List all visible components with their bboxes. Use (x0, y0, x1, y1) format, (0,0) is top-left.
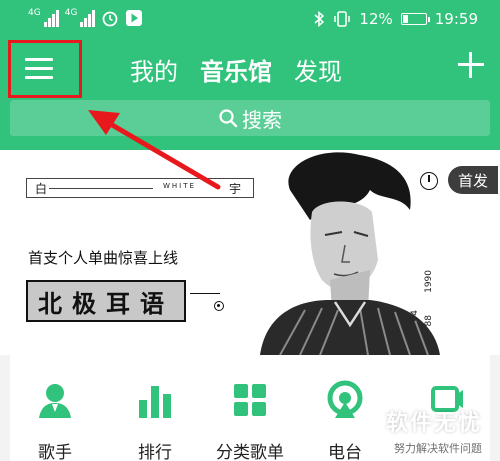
signal-icon: 4G (28, 9, 59, 27)
singer-icon (39, 384, 71, 418)
vibrate-icon (334, 11, 351, 27)
tab-mine[interactable]: 我的 (130, 52, 178, 87)
clock-icon (420, 172, 438, 190)
nav-label: 歌手 (38, 443, 72, 461)
promo-banner[interactable]: 白 WHITE 宇 首支个人单曲惊喜上线 北极耳语 首发 1990 04 88 (0, 150, 500, 355)
grid-icon (234, 384, 266, 416)
nav-category-playlist[interactable]: 分类歌单 (205, 380, 295, 461)
watermark-title: 软件无忧 (385, 411, 482, 436)
banner-title-right: 宇 (228, 182, 241, 196)
watermark-subtitle: 努力解决软件问题 (394, 442, 482, 455)
alarm-icon (103, 11, 118, 27)
annotation-arrow (88, 110, 221, 190)
network-type: 4G (28, 8, 41, 18)
battery-icon (400, 13, 430, 25)
signal-icon: 4G (65, 9, 96, 27)
tab-music-hall[interactable]: 音乐馆 (200, 52, 272, 87)
banner-meta: 88 (424, 315, 434, 327)
hamburger-icon (25, 58, 53, 61)
record-icon (214, 301, 224, 311)
banner-title-left: 白 (35, 182, 48, 196)
battery-percent: 12% (359, 10, 393, 28)
chart-icon (139, 386, 171, 418)
nav-label: 电台 (328, 443, 362, 461)
clock: 19:59 (434, 10, 478, 28)
banner-subtitle: 首支个人单曲惊喜上线 (28, 249, 179, 267)
search-label: 搜索 (242, 107, 282, 132)
menu-button[interactable] (8, 40, 82, 98)
app-header: 我的 音乐馆 发现 搜索 (0, 40, 500, 150)
network-type: 4G (64, 8, 78, 18)
status-bar: 4G 4G 12% 19:59 (0, 0, 500, 40)
artist-photo (260, 152, 440, 355)
hamburger-icon (25, 76, 53, 79)
nav-label: 排行 (138, 443, 172, 461)
top-tabs: 我的 音乐馆 发现 (130, 52, 342, 87)
watermark: 软件无忧 努力解决软件问题 (386, 405, 482, 456)
first-release-badge: 首发 (448, 166, 498, 194)
tab-discover[interactable]: 发现 (294, 52, 342, 87)
banner-meta: 04 (410, 310, 420, 322)
nav-label: 分类歌单 (216, 443, 284, 461)
add-icon[interactable] (458, 52, 484, 78)
app-notification-icon (126, 10, 143, 26)
nav-radio[interactable]: 电台 (300, 380, 390, 461)
banner-song-title: 北极耳语 (26, 280, 186, 322)
nav-chart[interactable]: 排行 (110, 380, 200, 461)
nav-singer[interactable]: 歌手 (10, 380, 100, 461)
radio-icon (327, 380, 363, 418)
banner-meta: 1990 (424, 270, 434, 293)
bluetooth-icon (314, 10, 325, 28)
hamburger-icon (25, 67, 53, 70)
